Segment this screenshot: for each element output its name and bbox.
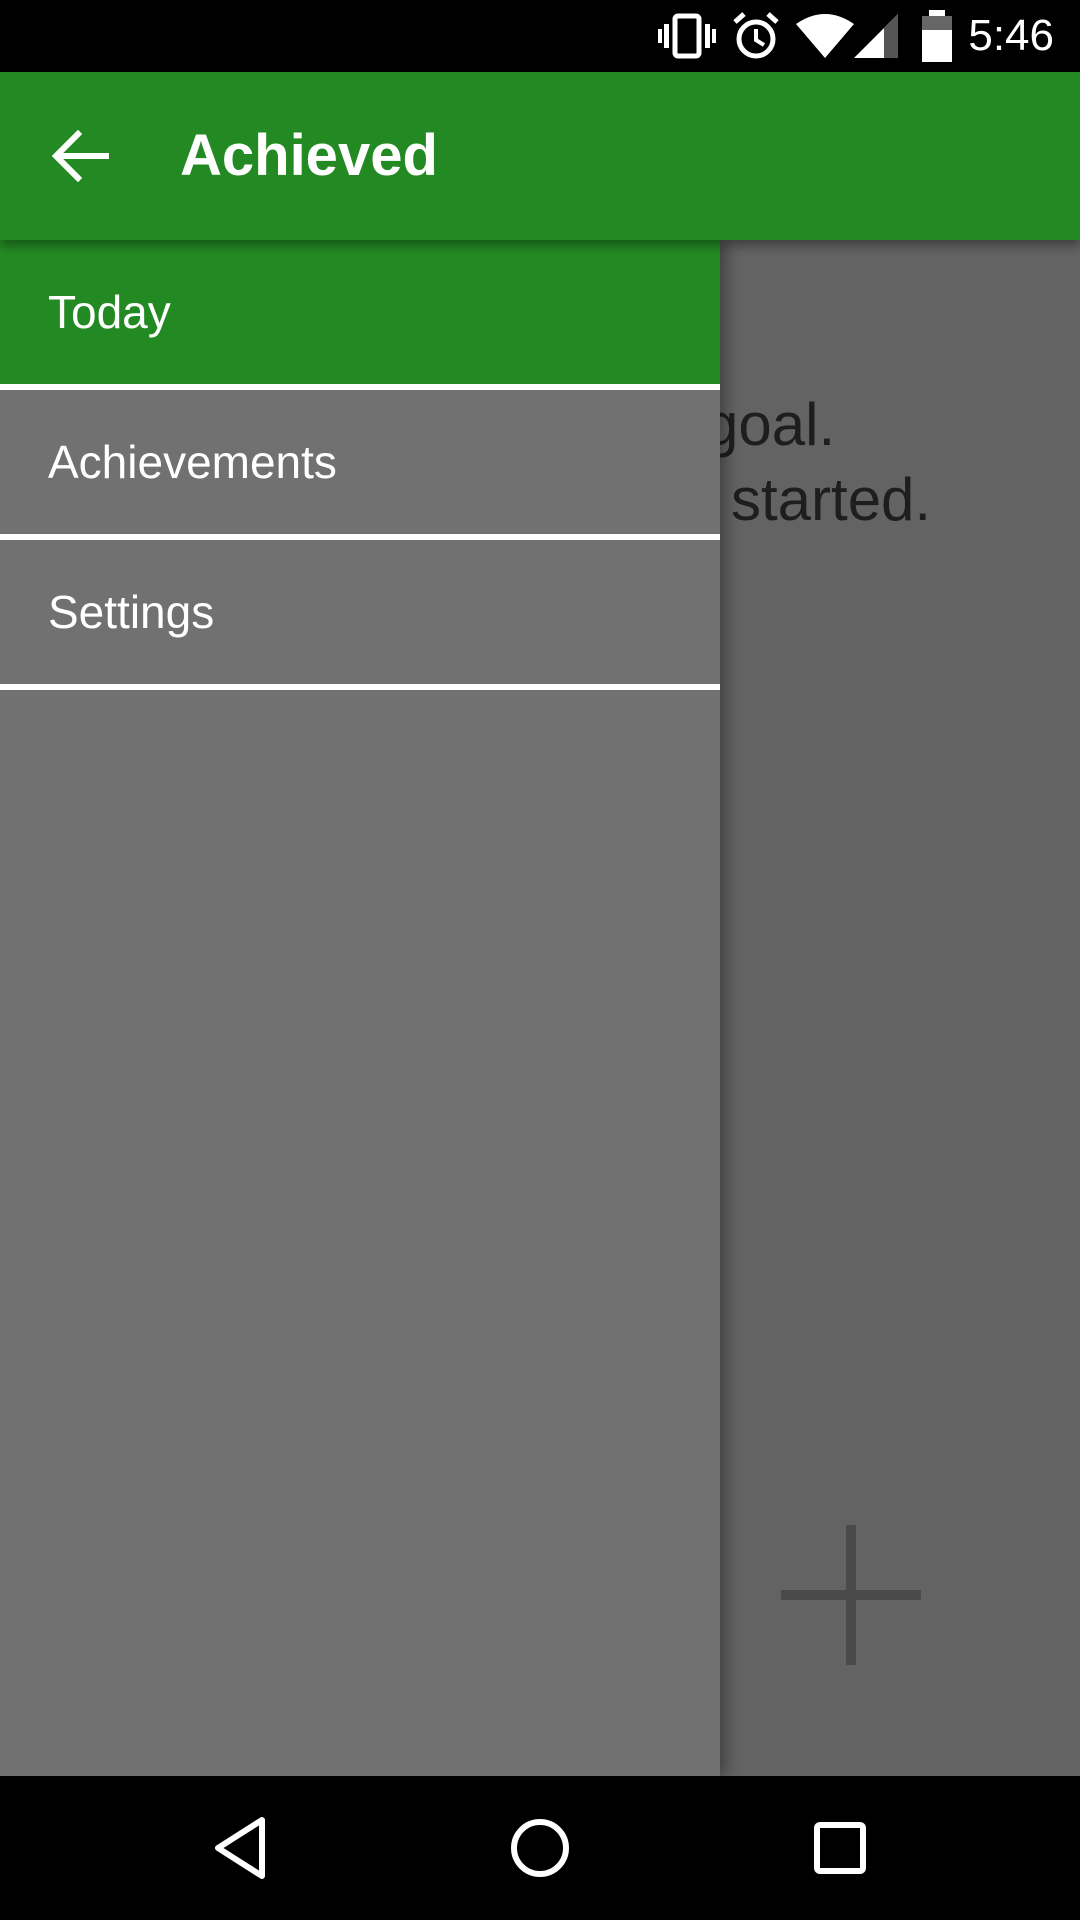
signal-icon [854, 14, 898, 58]
arrow-left-icon[interactable] [44, 114, 128, 198]
back-triangle-icon[interactable] [192, 1798, 292, 1898]
home-circle-icon[interactable] [490, 1798, 590, 1898]
drawer-item-label: Settings [48, 586, 215, 638]
recents-square-icon[interactable] [790, 1798, 890, 1898]
navigation-drawer: Today Achievements Settings [0, 240, 720, 1776]
alarm-icon [733, 12, 779, 59]
battery-icon [922, 10, 952, 62]
drawer-item-settings[interactable]: Settings [0, 540, 720, 690]
app-title: Achieved [180, 123, 438, 188]
drawer-item-label: Today [48, 286, 171, 338]
screen: 5:46 Achieved goal. started. Today Achie… [0, 0, 1080, 1920]
system-nav-bar [0, 1776, 1080, 1920]
drawer-item-today[interactable]: Today [0, 240, 720, 390]
plus-icon[interactable] [776, 1520, 926, 1670]
drawer-item-label: Achievements [48, 436, 337, 488]
status-time: 5:46 [968, 11, 1054, 60]
drawer-item-achievements[interactable]: Achievements [0, 390, 720, 540]
status-bar: 5:46 [0, 0, 1080, 72]
app-bar: Achieved [0, 72, 1080, 240]
wifi-icon [796, 14, 854, 58]
vibrate-icon [658, 13, 716, 59]
